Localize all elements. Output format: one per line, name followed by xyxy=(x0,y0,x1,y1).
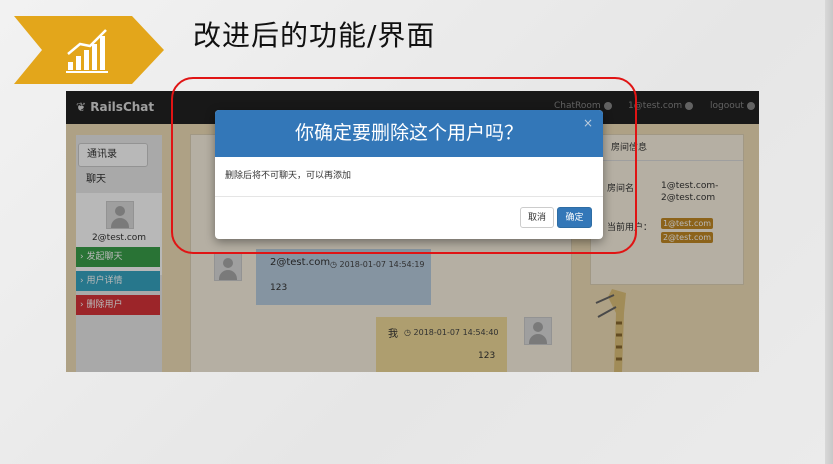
slide-title: 改进后的功能/界面 xyxy=(193,19,436,52)
slide-banner xyxy=(14,16,164,84)
slide-edge xyxy=(825,0,833,464)
highlight-outline xyxy=(171,77,637,254)
